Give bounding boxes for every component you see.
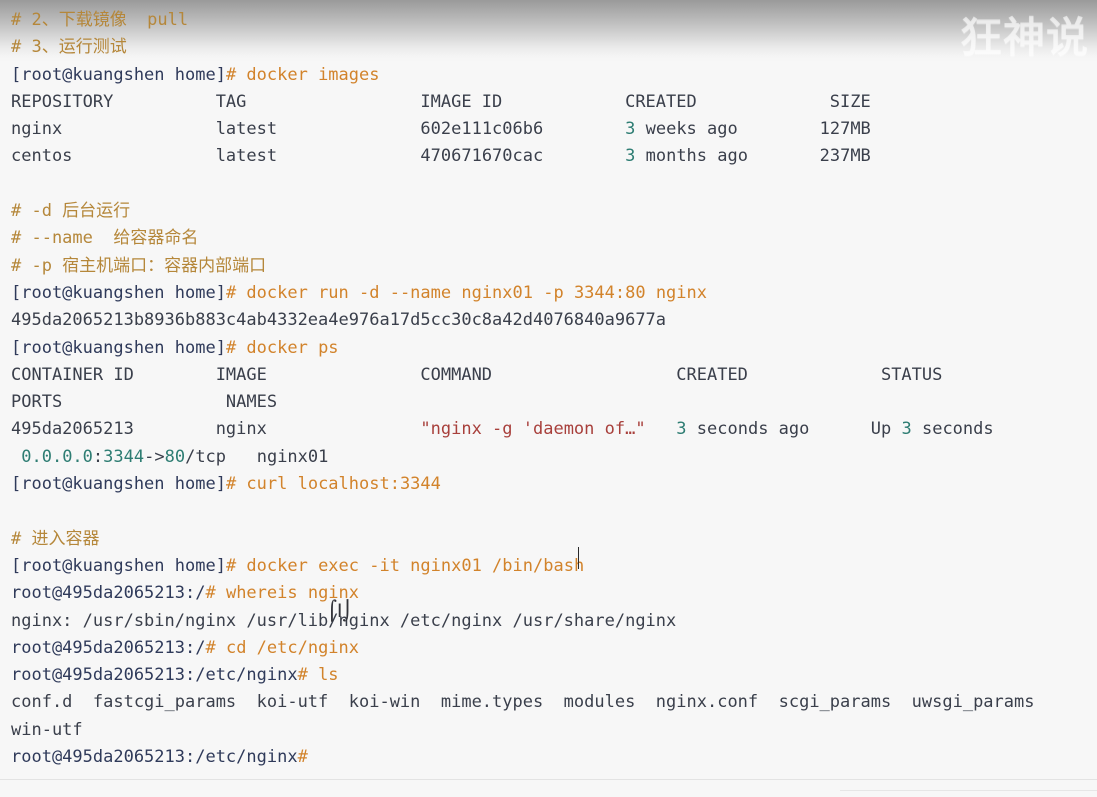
ps-row-1: 495da2065213 nginx "nginx -g 'daemon of…… bbox=[11, 416, 1097, 443]
prompt-whereis-seg-0: root@495da2065213:/ bbox=[11, 583, 206, 604]
prompt-cd-seg-2: cd /etc/nginx bbox=[215, 637, 360, 658]
images-row-centos-seg-5: 237MB bbox=[819, 146, 871, 167]
images-header: REPOSITORY TAG IMAGE ID CREATED SIZE bbox=[11, 89, 1097, 116]
prompt-ls-seg-1: # bbox=[297, 665, 308, 686]
blank-2 bbox=[11, 498, 1097, 525]
prompt-docker-images: [root@kuangshen home]# docker images bbox=[11, 62, 1097, 89]
run-container-hash: 495da2065213b8936b883c4ab4332ea4e976a17d… bbox=[11, 307, 1097, 334]
ps-row-1-seg-6: seconds bbox=[911, 419, 994, 440]
comment-enter-container-seg-0: # 进入容器 bbox=[11, 528, 100, 549]
images-row-centos: centos latest 470671670cac 3 months ago … bbox=[11, 143, 1097, 170]
ps-header-2: PORTS NAMES bbox=[11, 389, 1097, 416]
ps-row-1-seg-0: 495da2065213 nginx bbox=[11, 419, 421, 440]
prompt-curl-seg-0: [root@kuangshen home] bbox=[11, 474, 226, 495]
images-row-centos-seg-3: 3 bbox=[625, 146, 636, 167]
ps-row-1-seg-1: "nginx -g 'daemon of…" bbox=[420, 419, 646, 440]
bottom-divider-secondary bbox=[840, 790, 1097, 791]
images-row-centos-seg-2 bbox=[543, 146, 625, 166]
prompt-docker-run-seg-2: docker run -d --name nginx01 -p 3344:80 … bbox=[236, 282, 707, 303]
images-row-nginx-seg-1: 602e111c06b6 bbox=[420, 119, 544, 140]
prompt-ls: root@495da2065213:/etc/nginx# ls bbox=[11, 662, 1097, 689]
prompt-curl-seg-2: curl localhost:3344 bbox=[236, 474, 441, 495]
prompt-cd-seg-0: root@495da2065213:/ bbox=[11, 637, 206, 658]
prompt-docker-run-seg-1: # bbox=[225, 282, 237, 303]
images-row-nginx-seg-4: weeks ago bbox=[635, 119, 820, 140]
prompt-docker-images-seg-1: # bbox=[225, 64, 237, 85]
prompt-docker-ps-seg-2: docker ps bbox=[236, 337, 339, 358]
ps-row-2-seg-4: -> bbox=[144, 446, 165, 467]
comment-p-seg-0: # -p 宿主机端口：容器内部端口 bbox=[11, 255, 267, 276]
terminal-output[interactable]: # 2、下载镜像 pull # 3、运行测试 [root@kuangshen hom… bbox=[0, 0, 1097, 771]
comment-pull-seg-0: # 2、下载镜像 pull bbox=[11, 10, 189, 30]
ps-row-1-seg-3: 3 bbox=[676, 419, 687, 440]
prompt-docker-exec: [root@kuangshen home]# docker exec -it n… bbox=[11, 553, 1097, 580]
images-header-seg-0: REPOSITORY TAG IMAGE ID CREATED SIZE bbox=[11, 91, 871, 112]
prompt-curl: [root@kuangshen home]# curl localhost:33… bbox=[11, 471, 1097, 498]
comment-name: # --name 给容器命名 bbox=[11, 225, 1097, 252]
ps-row-1-seg-5: 3 bbox=[901, 419, 912, 440]
images-row-nginx: nginx latest 602e111c06b6 3 weeks ago 12… bbox=[11, 116, 1097, 143]
images-row-nginx-seg-5: 127MB bbox=[819, 119, 871, 140]
comment-pull: # 2、下载镜像 pull bbox=[11, 7, 1097, 34]
prompt-final: root@495da2065213:/etc/nginx# bbox=[11, 744, 1097, 771]
ls-output-2: win-utf bbox=[11, 717, 1097, 744]
ps-row-1-seg-2 bbox=[646, 419, 677, 439]
prompt-docker-images-seg-2: docker images bbox=[236, 64, 380, 85]
ps-row-2-seg-2: : bbox=[92, 446, 104, 467]
ps-row-1-seg-4: seconds ago Up bbox=[686, 419, 902, 440]
ps-row-2-seg-0 bbox=[11, 447, 21, 467]
ls-output-1: conf.d fastcgi_params koi-utf koi-win mi… bbox=[11, 689, 1097, 716]
ls-output-2-seg-0: win-utf bbox=[11, 719, 83, 740]
comment-d-seg-0: # -d 后台运行 bbox=[11, 201, 131, 222]
prompt-docker-images-seg-0: [root@kuangshen home] bbox=[11, 64, 226, 85]
prompt-docker-ps-seg-0: [root@kuangshen home] bbox=[11, 337, 226, 358]
blank-1 bbox=[11, 171, 1097, 198]
ps-row-2-seg-3: 3344 bbox=[103, 446, 145, 467]
comment-run-test-seg-0: # 3、运行测试 bbox=[11, 37, 127, 58]
prompt-whereis: root@495da2065213:/# whereis nginx bbox=[11, 580, 1097, 607]
comment-run-test: # 3、运行测试 bbox=[11, 34, 1097, 61]
prompt-docker-exec-seg-2: docker exec -it nginx01 /bin/bash bbox=[236, 555, 585, 576]
prompt-ls-seg-0: root@495da2065213:/etc/nginx bbox=[11, 665, 298, 686]
images-row-nginx-seg-3: 3 bbox=[625, 119, 636, 140]
images-row-centos-seg-0: centos latest bbox=[11, 146, 421, 167]
ps-row-2-seg-1: 0.0.0.0 bbox=[21, 446, 93, 467]
run-container-hash-seg-0: 495da2065213b8936b883c4ab4332ea4e976a17d… bbox=[11, 310, 667, 331]
ps-row-2-seg-6: /tcp nginx01 bbox=[185, 446, 329, 467]
whereis-output: nginx: /usr/sbin/nginx /usr/lib/nginx /e… bbox=[11, 608, 1097, 635]
prompt-docker-exec-seg-1: # bbox=[225, 555, 237, 576]
ps-header-2-seg-0: PORTS NAMES bbox=[11, 392, 278, 413]
prompt-whereis-seg-1: # bbox=[205, 583, 216, 604]
prompt-docker-ps: [root@kuangshen home]# docker ps bbox=[11, 335, 1097, 362]
prompt-ls-seg-2: ls bbox=[307, 665, 339, 686]
ps-row-2: 0.0.0.0:3344->80/tcp nginx01 bbox=[11, 444, 1097, 471]
terminal-screenshot: 狂神说 # 2、下载镜像 pull # 3、运行测试 [root@kuangshen… bbox=[0, 0, 1097, 797]
prompt-docker-run: [root@kuangshen home]# docker run -d --n… bbox=[11, 280, 1097, 307]
prompt-final-seg-0: root@495da2065213:/etc/nginx bbox=[11, 747, 298, 768]
prompt-cd: root@495da2065213:/# cd /etc/nginx bbox=[11, 635, 1097, 662]
bottom-divider bbox=[0, 779, 1097, 780]
prompt-whereis-seg-2: whereis nginx bbox=[215, 583, 360, 604]
images-row-centos-seg-4: months ago bbox=[635, 146, 820, 167]
comment-d: # -d 后台运行 bbox=[11, 198, 1097, 225]
prompt-curl-seg-1: # bbox=[225, 474, 237, 495]
prompt-docker-exec-seg-0: [root@kuangshen home] bbox=[11, 555, 226, 576]
ls-output-1-seg-0: conf.d fastcgi_params koi-utf koi-win mi… bbox=[11, 692, 1035, 713]
prompt-docker-run-seg-0: [root@kuangshen home] bbox=[11, 282, 226, 303]
whereis-output-seg-0: nginx: /usr/sbin/nginx /usr/lib/nginx /e… bbox=[11, 610, 677, 631]
prompt-final-seg-1: # bbox=[297, 747, 308, 768]
prompt-docker-ps-seg-1: # bbox=[225, 337, 237, 358]
images-row-nginx-seg-2 bbox=[543, 119, 625, 139]
images-row-nginx-seg-0: nginx latest bbox=[11, 119, 421, 140]
prompt-cd-seg-1: # bbox=[205, 637, 216, 658]
images-row-centos-seg-1: 470671670cac bbox=[420, 146, 544, 167]
comment-enter-container: # 进入容器 bbox=[11, 526, 1097, 553]
comment-p: # -p 宿主机端口：容器内部端口 bbox=[11, 253, 1097, 280]
ps-row-2-seg-5: 80 bbox=[164, 446, 186, 467]
ps-header-1: CONTAINER ID IMAGE COMMAND CREATED STATU… bbox=[11, 362, 1097, 389]
ps-header-1-seg-0: CONTAINER ID IMAGE COMMAND CREATED STATU… bbox=[11, 364, 943, 385]
comment-name-seg-0: # --name 给容器命名 bbox=[11, 228, 199, 249]
